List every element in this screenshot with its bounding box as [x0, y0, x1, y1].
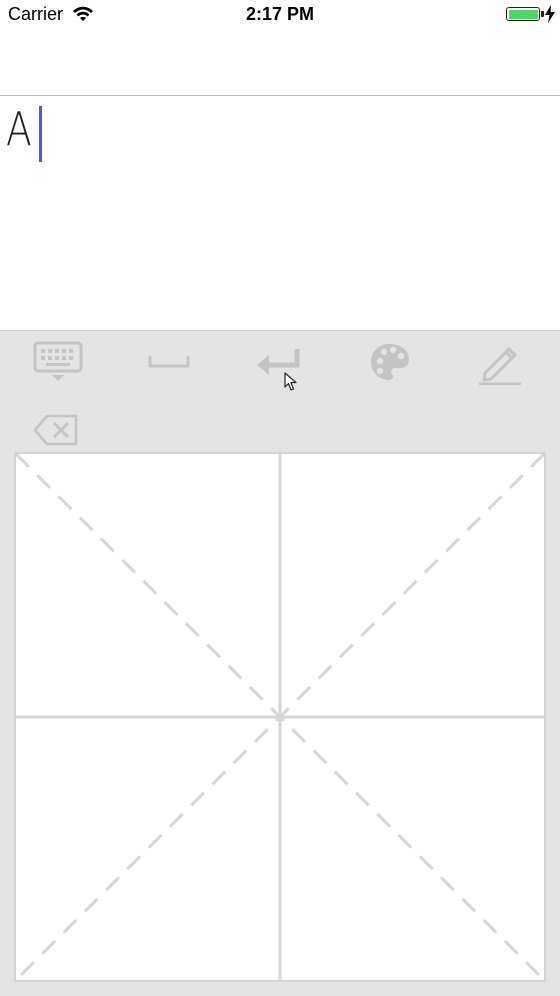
drawing-pad[interactable]	[14, 452, 546, 982]
editor-text: A	[6, 102, 32, 156]
drawing-guide	[16, 454, 544, 980]
pencil-icon	[479, 347, 521, 385]
mouse-pointer-icon	[284, 372, 297, 391]
backspace-button[interactable]	[32, 413, 84, 449]
keyboard-toggle-button[interactable]	[26, 337, 90, 387]
battery-icon	[506, 7, 544, 21]
text-cursor	[39, 106, 42, 162]
keyboard-icon	[33, 341, 83, 381]
space-button[interactable]	[137, 337, 201, 387]
status-bar: Carrier 2:17 PM	[0, 0, 560, 30]
backspace-icon	[33, 414, 78, 446]
battery-level	[508, 9, 538, 19]
color-button[interactable]	[358, 337, 422, 387]
lightning-bolt-icon	[545, 5, 555, 23]
return-button[interactable]	[247, 337, 311, 387]
pen-button[interactable]	[468, 337, 532, 387]
handwriting-keyboard	[0, 331, 560, 996]
text-editor[interactable]: A	[0, 95, 560, 331]
space-bar-icon	[148, 356, 190, 368]
palette-icon	[371, 344, 409, 380]
status-time: 2:17 PM	[245, 4, 315, 24]
